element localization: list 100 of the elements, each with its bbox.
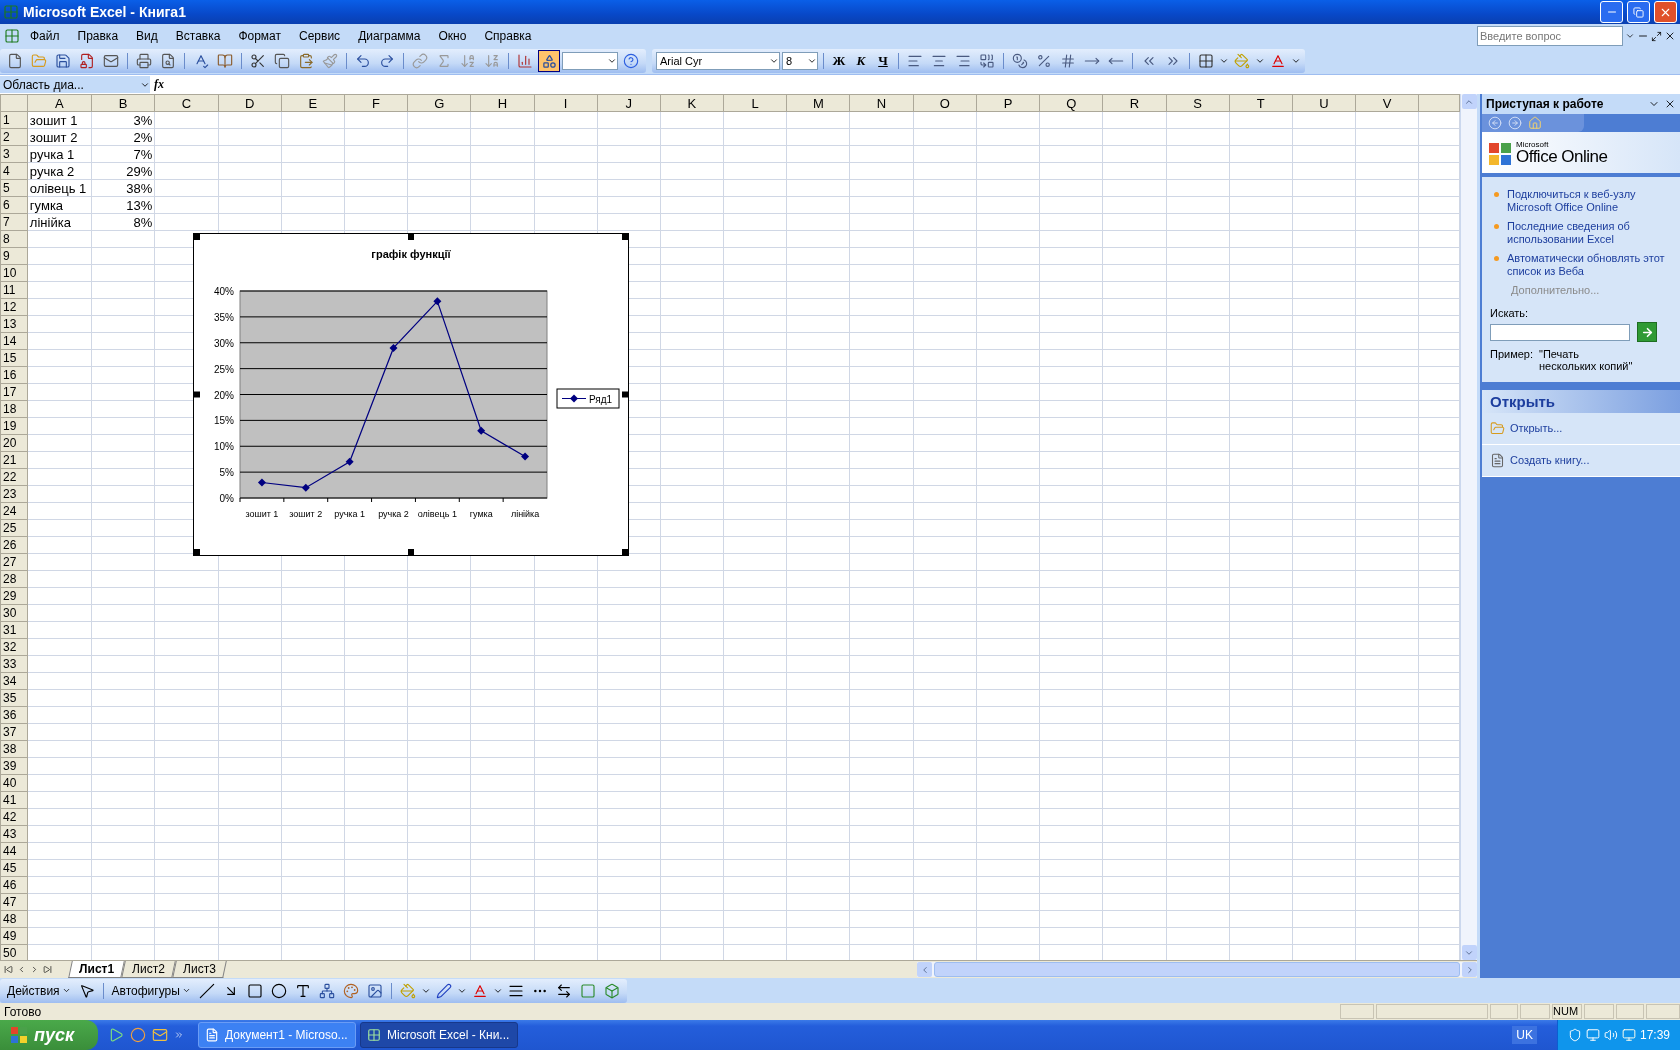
font-size-field[interactable]: 8 bbox=[782, 52, 818, 70]
dropdown-caret-icon[interactable] bbox=[1219, 56, 1229, 66]
menu-item[interactable]: Правка bbox=[69, 27, 127, 45]
text-box-icon[interactable] bbox=[294, 982, 311, 999]
spelling-icon[interactable] bbox=[193, 53, 209, 69]
chart-wizard-icon[interactable] bbox=[517, 53, 533, 69]
language-indicator[interactable]: UK bbox=[1512, 1026, 1537, 1044]
menu-item[interactable]: Формат bbox=[230, 27, 290, 45]
last-sheet-icon[interactable] bbox=[43, 965, 52, 974]
align-center-icon[interactable] bbox=[931, 53, 947, 69]
resize-handle[interactable] bbox=[194, 391, 200, 398]
column-header[interactable]: D bbox=[218, 94, 282, 112]
menu-item[interactable]: Справка bbox=[476, 27, 540, 45]
start-button[interactable]: пуск bbox=[0, 1020, 98, 1050]
column-header[interactable]: C bbox=[154, 94, 219, 112]
dropdown-caret-icon[interactable] bbox=[769, 56, 779, 66]
line-color-icon[interactable] bbox=[435, 982, 452, 999]
column-header[interactable]: U bbox=[1292, 94, 1356, 112]
column-header[interactable]: S bbox=[1166, 94, 1230, 112]
fill-color-icon[interactable] bbox=[1234, 53, 1250, 69]
zoom-field[interactable] bbox=[562, 52, 618, 70]
next-sheet-icon[interactable] bbox=[30, 965, 39, 974]
volume-icon[interactable] bbox=[1603, 1028, 1618, 1042]
restore-button[interactable] bbox=[1627, 1, 1650, 23]
link[interactable]: Создать книгу... bbox=[1510, 454, 1590, 467]
dropdown-caret-icon[interactable] bbox=[607, 56, 617, 66]
close-button[interactable] bbox=[1654, 1, 1677, 23]
column-header[interactable]: L bbox=[723, 94, 787, 112]
font-color-icon[interactable] bbox=[471, 982, 488, 999]
menu-item[interactable]: Вид bbox=[128, 27, 166, 45]
oval-icon[interactable] bbox=[270, 982, 287, 999]
resize-handle[interactable] bbox=[622, 234, 628, 240]
actions-menu-button[interactable]: Действия bbox=[4, 983, 74, 998]
rectangle-icon[interactable] bbox=[246, 982, 263, 999]
previous-sheet-icon[interactable] bbox=[17, 965, 26, 974]
column-header[interactable]: E bbox=[281, 94, 345, 112]
column-header[interactable]: B bbox=[91, 94, 155, 112]
first-sheet-icon[interactable] bbox=[4, 965, 13, 974]
dropdown-caret-icon[interactable] bbox=[1291, 56, 1301, 66]
column-header[interactable]: P bbox=[976, 94, 1040, 112]
column-header[interactable]: K bbox=[660, 94, 724, 112]
font-color-icon[interactable] bbox=[1270, 53, 1286, 69]
save-icon[interactable] bbox=[55, 53, 71, 69]
font-style-button[interactable]: Ж bbox=[829, 53, 849, 69]
taskbar-button[interactable]: Microsoft Excel - Кни... bbox=[360, 1022, 518, 1048]
menu-item[interactable]: Сервис bbox=[291, 27, 349, 45]
percent-icon[interactable] bbox=[1036, 53, 1052, 69]
drawing-toggle-button[interactable] bbox=[538, 50, 560, 72]
mail-icon[interactable] bbox=[103, 53, 119, 69]
column-header[interactable]: A bbox=[27, 94, 92, 112]
horizontal-scrollbar[interactable] bbox=[917, 962, 1477, 977]
taskbar-button[interactable]: Документ1 - Microso... bbox=[198, 1022, 356, 1048]
close-icon[interactable] bbox=[1664, 98, 1676, 110]
column-header[interactable]: F bbox=[344, 94, 408, 112]
mail-app-icon[interactable] bbox=[152, 1027, 168, 1043]
column-header[interactable]: N bbox=[849, 94, 914, 112]
paste-icon[interactable] bbox=[298, 53, 314, 69]
dropdown-caret-icon[interactable] bbox=[1255, 56, 1265, 66]
sheet-tab[interactable]: Лист3 bbox=[171, 961, 227, 978]
resize-handle[interactable] bbox=[194, 549, 200, 555]
document-icon[interactable] bbox=[1490, 453, 1505, 468]
vertical-scrollbar[interactable] bbox=[1460, 94, 1477, 960]
column-header[interactable]: H bbox=[470, 94, 535, 112]
column-header[interactable]: J bbox=[597, 94, 661, 112]
print-preview-icon[interactable] bbox=[160, 53, 176, 69]
help-search-field[interactable]: Введите вопрос bbox=[1477, 26, 1623, 46]
search-go-button[interactable] bbox=[1637, 322, 1657, 342]
link[interactable]: Подключиться к веб-узлу Microsoft Office Online bbox=[1507, 188, 1672, 214]
link[interactable]: Открыть... bbox=[1510, 422, 1563, 435]
antivirus-icon[interactable] bbox=[1567, 1028, 1582, 1042]
arrow-style-icon[interactable] bbox=[555, 982, 572, 999]
cut-icon[interactable] bbox=[250, 53, 266, 69]
copy-icon[interactable] bbox=[274, 53, 290, 69]
column-header[interactable]: O bbox=[913, 94, 977, 112]
sheet-tab[interactable]: Лист2 bbox=[121, 961, 176, 978]
permission-icon[interactable] bbox=[79, 53, 95, 69]
research-icon[interactable] bbox=[217, 53, 233, 69]
autoshapes-menu-button[interactable]: Автофигуры bbox=[108, 983, 194, 998]
column-header[interactable]: M bbox=[786, 94, 850, 112]
sheet-tab[interactable]: Лист1 bbox=[68, 961, 125, 978]
insert-function-button[interactable]: fx bbox=[154, 77, 170, 92]
dropdown-caret-icon[interactable] bbox=[1625, 31, 1635, 41]
more-icon[interactable] bbox=[174, 1030, 184, 1040]
resize-handle[interactable] bbox=[408, 234, 414, 240]
chart-area[interactable]: графік функції 0% 5% 10% 15% 20% 25% 30% 35% 40% зошит 1 зошит 2 ручка 1 ручка 2 олівець 1 гумка лінійка Ряд1 bbox=[193, 233, 629, 556]
resize-handle[interactable] bbox=[622, 549, 628, 555]
3d-style-icon[interactable] bbox=[603, 982, 620, 999]
column-header[interactable]: V bbox=[1355, 94, 1419, 112]
undo-icon[interactable] bbox=[355, 53, 371, 69]
minimize-button[interactable] bbox=[1600, 1, 1623, 23]
font-field[interactable]: Arial Cyr bbox=[656, 52, 780, 70]
help-icon[interactable] bbox=[623, 53, 639, 69]
font-style-button[interactable]: К bbox=[851, 53, 871, 69]
borders-icon[interactable] bbox=[1198, 53, 1214, 69]
search-field[interactable] bbox=[1490, 323, 1630, 341]
fill-color-icon[interactable] bbox=[399, 982, 416, 999]
column-header[interactable]: T bbox=[1229, 94, 1293, 112]
column-header[interactable]: Q bbox=[1039, 94, 1103, 112]
workbook-icon[interactable] bbox=[4, 28, 20, 44]
display-icon[interactable] bbox=[1621, 1028, 1636, 1042]
